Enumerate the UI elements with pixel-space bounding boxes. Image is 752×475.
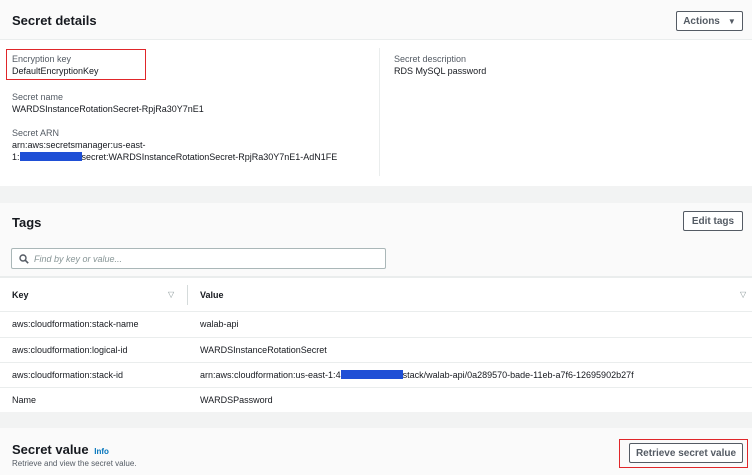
caret-down-icon: ▼: [727, 16, 736, 26]
secret-value-panel: Secret value Info Retrieve and view the …: [0, 428, 752, 475]
stack-id-suffix: stack/walab-api/0a289570-bade-11eb-a7f6-…: [402, 370, 634, 380]
description-value: RDS MySQL password: [394, 66, 487, 76]
actions-button-label: Actions: [683, 15, 720, 27]
tag-value: walab-api: [200, 319, 239, 329]
edit-tags-button[interactable]: Edit tags: [683, 211, 743, 231]
tag-value: arn:aws:cloudformation:us-east-1:4 stack/…: [200, 370, 634, 380]
redacted-account-id: [19, 152, 82, 161]
actions-button[interactable]: Actions ▼: [676, 11, 743, 31]
secret-value-title: Secret value Info: [12, 442, 109, 457]
secret-arn-prefix: 1:: [12, 152, 20, 162]
encryption-key-value: DefaultEncryptionKey: [12, 66, 99, 76]
secret-arn-line2: 1: secret:WARDSInstanceRotationSecret-Rpj…: [12, 152, 337, 162]
sort-icon[interactable]: ▽: [168, 290, 174, 299]
tag-key: Name: [12, 395, 37, 405]
tags-title: Tags: [12, 215, 42, 230]
retrieve-secret-value-button[interactable]: Retrieve secret value: [629, 443, 743, 463]
row-divider: [0, 387, 752, 388]
secret-details-title: Secret details: [12, 13, 97, 28]
tag-value: WARDSPassword: [200, 395, 273, 405]
header-bottom-line: [0, 311, 752, 312]
column-divider: [379, 48, 380, 176]
column-divider-key: [187, 285, 188, 305]
description-label: Secret description: [394, 54, 467, 64]
search-placeholder: Find by key or value...: [34, 254, 123, 264]
column-header-value[interactable]: Value: [200, 290, 224, 300]
tag-value: WARDSInstanceRotationSecret: [200, 345, 327, 355]
secret-arn-line1: arn:aws:secretsmanager:us-east-: [12, 140, 146, 150]
secret-details-header: Secret details Actions ▼: [0, 0, 752, 40]
tag-key: aws:cloudformation:logical-id: [12, 345, 128, 355]
sort-icon[interactable]: ▽: [740, 290, 746, 299]
tags-header: Tags Edit tags Find by key or value...: [0, 203, 752, 277]
redacted-account-id: [340, 370, 403, 379]
encryption-key-label: Encryption key: [12, 54, 72, 64]
secret-details-panel: Secret details Actions ▼ Encryption key …: [0, 0, 752, 186]
secret-arn-label: Secret ARN: [12, 128, 60, 138]
search-icon: [19, 254, 29, 264]
search-input[interactable]: Find by key or value...: [11, 248, 386, 269]
row-divider: [0, 337, 752, 338]
stack-id-prefix: arn:aws:cloudformation:us-east-1:4: [200, 370, 341, 380]
secret-name-value: WARDSInstanceRotationSecret-RpjRa30Y7nE1: [12, 104, 204, 114]
tag-key: aws:cloudformation:stack-id: [12, 370, 124, 380]
header-top-line: [0, 277, 752, 278]
info-link[interactable]: Info: [94, 447, 109, 456]
row-divider: [0, 362, 752, 363]
column-header-key[interactable]: Key: [12, 290, 29, 300]
secret-name-label: Secret name: [12, 92, 64, 102]
tags-panel: Tags Edit tags Find by key or value... K…: [0, 203, 752, 412]
secret-value-title-text: Secret value: [12, 442, 89, 457]
secret-arn-suffix: secret:WARDSInstanceRotationSecret-RpjRa…: [81, 152, 338, 162]
secret-value-subtitle: Retrieve and view the secret value.: [12, 459, 137, 468]
tag-key: aws:cloudformation:stack-name: [12, 319, 139, 329]
